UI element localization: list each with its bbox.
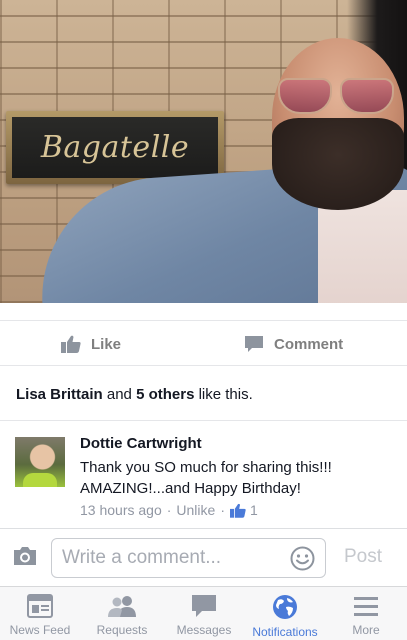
comment-time[interactable]: 13 hours ago [80,502,162,518]
sunglasses-left-lens [278,78,332,114]
comment-label: Comment [274,335,344,353]
camera-button[interactable] [12,545,38,572]
likes-connector: and [106,386,132,403]
restaurant-sign: Bagatelle [6,111,224,184]
post-action-bar: Like Comment [0,320,407,366]
like-button[interactable]: Like [61,321,121,367]
bottom-tab-bar: News Feed Requests Messages Notification… [0,586,407,640]
tab-messages[interactable]: Messages [168,587,240,640]
sunglasses-right-lens [340,78,394,114]
unlike-button[interactable]: Unlike [176,502,215,518]
post-button[interactable]: Post [344,546,382,568]
tab-label: More [352,623,380,637]
divider [0,420,407,421]
tab-more[interactable]: More [336,587,396,640]
comment-input-box[interactable] [51,538,326,578]
tab-label: News Feed [9,623,71,637]
like-label: Like [91,335,122,353]
likes-summary[interactable]: Lisa Brittain and 5 others like this. [16,386,253,403]
comment-like-count[interactable]: 1 [250,502,258,518]
comment-input[interactable] [62,539,282,577]
thumbs-up-icon [61,335,81,353]
comment-meta: 13 hours ago · Unlike · 1 [80,502,258,518]
comment-bubble-icon [245,336,263,352]
friend-requests-icon [108,596,136,617]
meta-separator: · [166,502,172,518]
comment-button[interactable]: Comment [244,321,343,367]
comment-composer: Post [0,528,407,586]
sticker-button[interactable] [290,546,315,576]
smiley-icon [290,546,315,571]
comment-text: Thank you SO much for sharing this!!! AM… [80,459,332,497]
tab-label: Requests [96,623,148,637]
post-photo[interactable]: Bagatelle [0,0,407,303]
commenter-avatar[interactable] [15,437,65,487]
globe-icon [273,595,297,619]
tab-notifications[interactable]: Notifications [244,587,326,640]
likes-others[interactable]: 5 others [136,386,194,403]
messages-icon [192,595,216,617]
liker-name[interactable]: Lisa Brittain [16,386,103,403]
news-feed-icon [27,594,53,618]
tab-news-feed[interactable]: News Feed [4,587,76,640]
tab-label: Messages [176,623,232,637]
camera-icon [14,547,36,565]
person-beard [272,118,404,210]
meta-separator: · [220,502,225,518]
hamburger-menu-icon [354,597,378,616]
tab-requests[interactable]: Requests [86,587,158,640]
tab-label: Notifications [252,625,318,639]
sign-text: Bagatelle [40,130,190,165]
comment-author[interactable]: Dottie Cartwright [80,435,202,452]
likes-suffix: like this. [198,386,253,403]
thumbs-up-icon [229,503,246,518]
